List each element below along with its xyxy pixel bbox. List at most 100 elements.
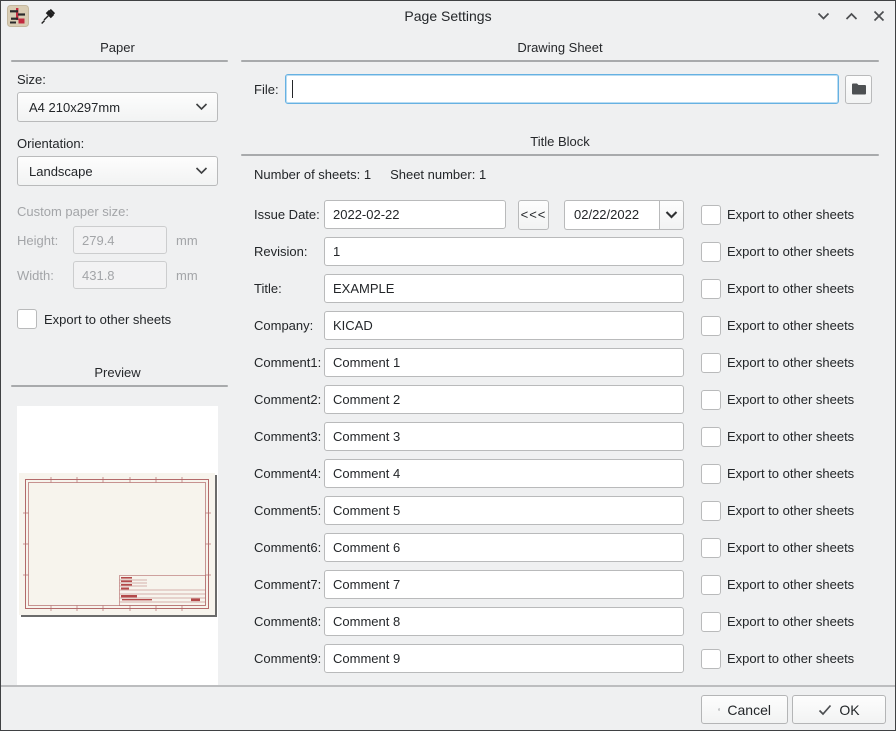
titlebar: Page Settings (1, 1, 895, 31)
paper-heading: Paper (17, 40, 218, 55)
company-input[interactable] (324, 311, 684, 340)
export-revision-checkbox[interactable] (701, 242, 721, 262)
comment3-input[interactable] (324, 422, 684, 451)
browse-file-button[interactable] (845, 75, 872, 104)
height-input[interactable] (73, 226, 167, 254)
export-comment9-label: Export to other sheets (727, 651, 854, 666)
export-issue-date-checkbox[interactable] (701, 205, 721, 225)
cancel-icon (718, 702, 720, 717)
paper-separator (11, 60, 228, 62)
paper-size-select[interactable]: A4 210x297mm (17, 92, 218, 122)
comment5-label: Comment5: (241, 503, 324, 518)
folder-icon (851, 82, 867, 96)
date-picker[interactable]: 02/22/2022 (564, 200, 684, 230)
export-comment7-checkbox[interactable] (701, 575, 721, 595)
export-comment1-checkbox[interactable] (701, 353, 721, 373)
drawing-sheet-panel: Drawing Sheet File: Title Block Number o… (241, 31, 879, 673)
field-row: Revision: Export to other sheets (241, 237, 879, 266)
export-comment4-checkbox[interactable] (701, 464, 721, 484)
export-comment3-checkbox[interactable] (701, 427, 721, 447)
width-unit: mm (176, 268, 198, 283)
comment1-input[interactable] (324, 348, 684, 377)
title-label: Title: (241, 281, 324, 296)
field-row: Comment4: Export to other sheets (241, 459, 879, 488)
dialog-buttons: Cancel OK (701, 695, 886, 724)
comment9-input[interactable] (324, 644, 684, 673)
title-block-heading: Title Block (241, 134, 879, 149)
export-comment8-label: Export to other sheets (727, 614, 854, 629)
export-comment1-label: Export to other sheets (727, 355, 854, 370)
export-comment2-checkbox[interactable] (701, 390, 721, 410)
orientation-select[interactable]: Landscape (17, 156, 218, 186)
comment4-label: Comment4: (241, 466, 324, 481)
field-row: Title: Export to other sheets (241, 274, 879, 303)
preview-separator (11, 385, 228, 387)
comment2-input[interactable] (324, 385, 684, 414)
comment6-input[interactable] (324, 533, 684, 562)
cancel-button[interactable]: Cancel (701, 695, 788, 724)
page-preview (17, 406, 218, 687)
comment8-input[interactable] (324, 607, 684, 636)
export-comment5-label: Export to other sheets (727, 503, 854, 518)
comment7-input[interactable] (324, 570, 684, 599)
export-comment6-checkbox[interactable] (701, 538, 721, 558)
sheet-preview (19, 473, 215, 615)
field-row: Comment5: Export to other sheets (241, 496, 879, 525)
revision-input[interactable] (324, 237, 684, 266)
comment5-input[interactable] (324, 496, 684, 525)
export-title-checkbox[interactable] (701, 279, 721, 299)
field-row: Comment2: Export to other sheets (241, 385, 879, 414)
title-block-separator (241, 154, 879, 156)
paper-panel: Paper Size: A4 210x297mm Orientation: La… (17, 31, 218, 687)
field-row: Comment7: Export to other sheets (241, 570, 879, 599)
copy-date-button[interactable]: <<< (518, 200, 549, 230)
issue-date-label: Issue Date: (241, 207, 324, 222)
ok-button[interactable]: OK (792, 695, 886, 724)
date-picker-dropdown[interactable] (659, 200, 684, 230)
height-label: Height: (17, 233, 73, 248)
check-icon (818, 704, 832, 716)
width-label: Width: (17, 268, 73, 283)
export-comment5-checkbox[interactable] (701, 501, 721, 521)
comment6-label: Comment6: (241, 540, 324, 555)
comment4-input[interactable] (324, 459, 684, 488)
drawing-sheet-separator (241, 60, 879, 62)
export-comment3-label: Export to other sheets (727, 429, 854, 444)
chevron-down-icon (195, 167, 208, 175)
export-revision-label: Export to other sheets (727, 244, 854, 259)
width-input[interactable] (73, 261, 167, 289)
comment8-label: Comment8: (241, 614, 324, 629)
company-label: Company: (241, 318, 324, 333)
drawing-sheet-heading: Drawing Sheet (241, 40, 879, 55)
export-comment8-checkbox[interactable] (701, 612, 721, 632)
text-caret (292, 80, 293, 98)
field-row: Comment6: Export to other sheets (241, 533, 879, 562)
issue-date-row: Issue Date: <<< 02/22/2022 Exp (241, 200, 879, 229)
export-comment2-label: Export to other sheets (727, 392, 854, 407)
number-of-sheets: Number of sheets: 1 (254, 167, 371, 182)
file-input[interactable] (285, 74, 839, 104)
field-row: Comment3: Export to other sheets (241, 422, 879, 451)
field-row: Comment1: Export to other sheets (241, 348, 879, 377)
size-label: Size: (17, 72, 218, 87)
close-icon[interactable] (869, 6, 889, 26)
comment1-label: Comment1: (241, 355, 324, 370)
paper-size-value: A4 210x297mm (29, 100, 195, 115)
chevron-up-icon[interactable] (841, 6, 861, 26)
window-title: Page Settings (1, 8, 895, 24)
preview-heading: Preview (17, 365, 218, 380)
export-comment9-checkbox[interactable] (701, 649, 721, 669)
field-row: Comment9: Export to other sheets (241, 644, 879, 673)
export-company-label: Export to other sheets (727, 318, 854, 333)
chevron-down-icon[interactable] (813, 6, 833, 26)
comment3-label: Comment3: (241, 429, 324, 444)
export-paper-label: Export to other sheets (44, 312, 171, 327)
export-paper-checkbox[interactable] (17, 309, 37, 329)
chevron-down-icon (665, 211, 678, 219)
comment9-label: Comment9: (241, 651, 324, 666)
orientation-label: Orientation: (17, 136, 218, 151)
export-company-checkbox[interactable] (701, 316, 721, 336)
issue-date-input[interactable] (324, 200, 506, 229)
export-issue-date-label: Export to other sheets (727, 207, 854, 222)
title-input[interactable] (324, 274, 684, 303)
